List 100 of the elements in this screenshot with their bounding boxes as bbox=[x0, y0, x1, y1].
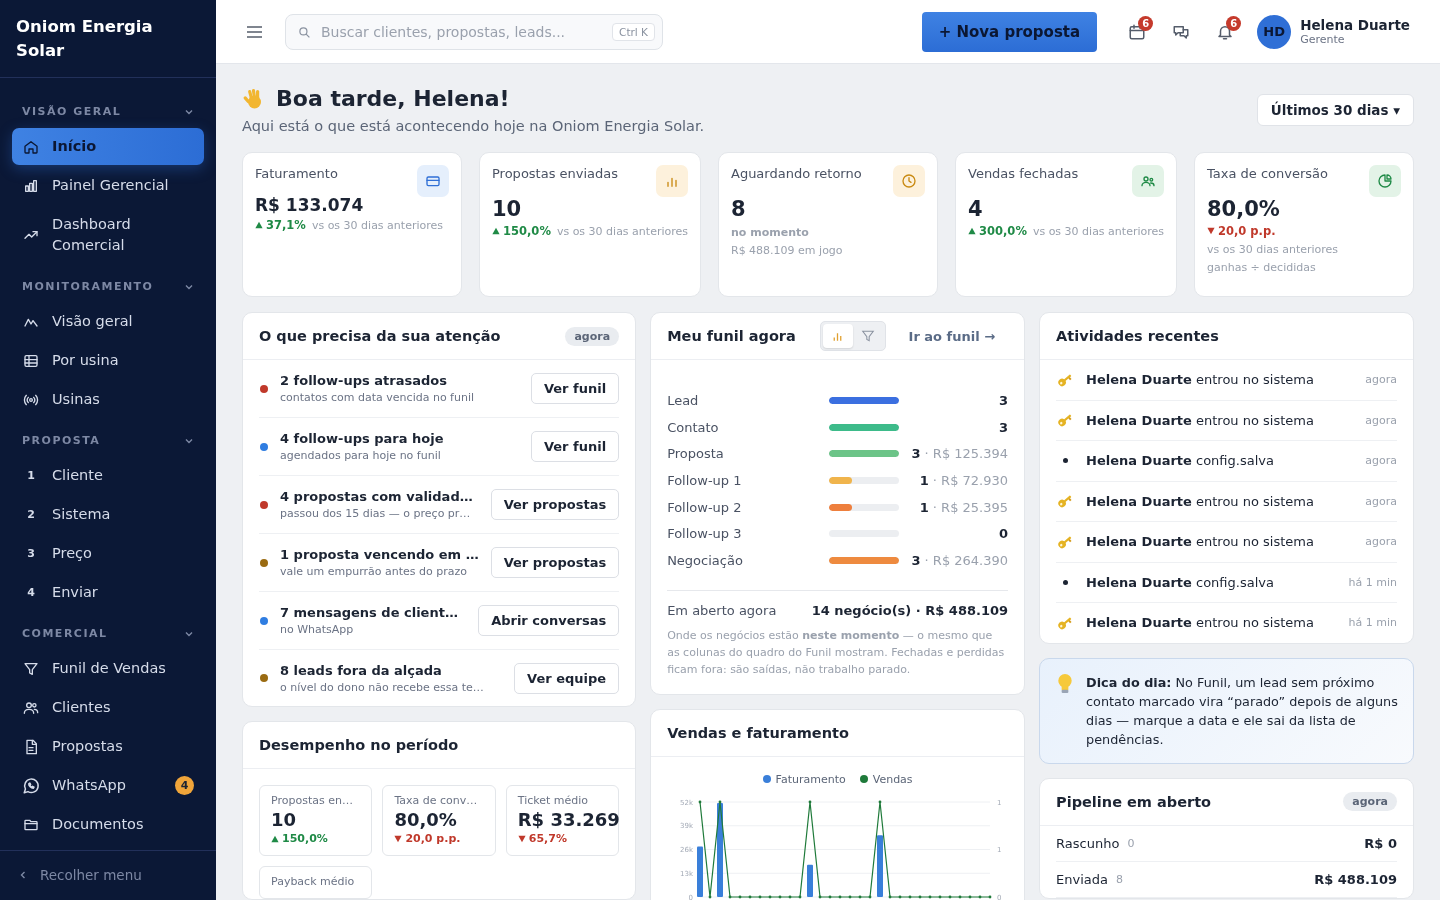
stage-label: Contato bbox=[667, 419, 720, 435]
section-label: MONITORAMENTO bbox=[22, 280, 154, 293]
stage-label: Lead bbox=[667, 392, 700, 408]
alert-detail: vale um empurrão antes do prazo bbox=[280, 565, 468, 578]
kpi-label: Taxa de conversão bbox=[1207, 166, 1328, 181]
alert-detail: no WhatsApp bbox=[280, 623, 355, 636]
nav-item[interactable]: Painel Gerencial bbox=[12, 167, 204, 204]
nav-item[interactable]: 1 Cliente bbox=[12, 457, 204, 494]
action-button[interactable]: Ver propostas bbox=[490, 489, 620, 520]
panel-title: Atividades recentes bbox=[1056, 328, 1219, 344]
activity-time: agora bbox=[1365, 373, 1397, 387]
line-point bbox=[968, 895, 972, 899]
activity-text: Helena Duarte entrou no sistema bbox=[1086, 412, 1315, 428]
kpi-label: Propostas enviadas bbox=[492, 166, 619, 181]
line-point bbox=[838, 895, 842, 899]
nav-item[interactable]: Documentos bbox=[12, 806, 204, 843]
total-value: 14 negócio(s) · R$ 488.109 bbox=[811, 602, 1009, 618]
action-button[interactable]: Ver funil bbox=[530, 431, 620, 462]
panel-title: Meu funil agora bbox=[667, 328, 796, 344]
nav-item[interactable]: 4 Enviar bbox=[12, 574, 204, 611]
comparison-note: vs os 30 dias anteriores bbox=[1032, 224, 1164, 238]
line-point bbox=[908, 895, 912, 899]
line-point bbox=[738, 895, 742, 899]
activity-time: agora bbox=[1365, 413, 1397, 427]
alert-detail: o nível do dono não recebe essa te… bbox=[280, 680, 485, 694]
avatar[interactable]: HD bbox=[1257, 14, 1292, 49]
line-point bbox=[808, 800, 812, 804]
tip-text: Dica do dia: No Funil, um lead sem próximo contato marcado vira “parado” depois de alguns dias — marque a data e ele sai da lista de pendências. bbox=[1086, 673, 1399, 749]
action-button[interactable]: Ver funil bbox=[530, 373, 620, 404]
funnel-link[interactable]: Ir ao funil → bbox=[908, 328, 996, 344]
change-indicator: 20,0 p.p. bbox=[394, 832, 461, 845]
panel-title: O que precisa da sua atenção bbox=[259, 328, 501, 344]
stage-count: 1 bbox=[919, 472, 929, 488]
line-point bbox=[728, 895, 732, 899]
total-label: Em aberto agora bbox=[667, 602, 777, 618]
panel-title: Desempenho no período bbox=[259, 737, 459, 753]
bullet-icon bbox=[1062, 579, 1068, 585]
stage-count: 1 bbox=[919, 499, 929, 515]
funnel-icon bbox=[23, 660, 39, 677]
line-point bbox=[798, 895, 802, 899]
up-triangle-icon bbox=[492, 227, 500, 235]
activity-text: Helena Duarte config.salva bbox=[1086, 453, 1275, 469]
nav-item[interactable]: Visão geral bbox=[12, 303, 204, 340]
menu-icon[interactable] bbox=[246, 24, 263, 39]
pipeline-amount: R$ 0 bbox=[1364, 835, 1397, 851]
chat-bubble-icon bbox=[22, 776, 40, 795]
nav-item[interactable]: Funil de Vendas bbox=[12, 650, 204, 687]
action-button[interactable]: Ver propostas bbox=[490, 547, 620, 578]
action-button[interactable]: Ver equipe bbox=[514, 662, 620, 694]
nav-item[interactable]: WhatsApp 4 bbox=[12, 767, 204, 804]
stage-label: Follow-up 1 bbox=[667, 472, 743, 488]
metric-value: 80,0% bbox=[394, 809, 457, 830]
nav-item[interactable]: Propostas bbox=[12, 728, 204, 765]
kpi-value: R$ 133.074 bbox=[255, 195, 365, 215]
search-icon bbox=[298, 25, 311, 39]
stage-count: 3 bbox=[999, 392, 1009, 408]
nav-item[interactable]: Início bbox=[12, 128, 204, 165]
kpi-value: 4 bbox=[968, 197, 984, 221]
stage-amount: · R$ 25.395 bbox=[932, 499, 1009, 515]
funnel-icon bbox=[860, 329, 875, 343]
activity-text: Helena Duarte entrou no sistema bbox=[1086, 372, 1315, 388]
line-point bbox=[948, 895, 952, 899]
legend-label: Faturamento bbox=[775, 772, 846, 786]
step-number: 3 bbox=[27, 546, 35, 562]
bullet-icon bbox=[1062, 458, 1068, 464]
comparison-note: vs os 30 dias anteriores bbox=[556, 224, 688, 238]
nav-item[interactable]: 2 Sistema bbox=[12, 496, 204, 533]
count-badge: 4 bbox=[175, 776, 194, 795]
nav-item[interactable]: Por usina bbox=[12, 342, 204, 379]
kpi-note: R$ 488.109 em jogo bbox=[731, 244, 844, 257]
activity-time: há 1 min bbox=[1348, 575, 1397, 589]
nav-item[interactable]: 3 Preço bbox=[12, 535, 204, 572]
user-role: Gerente bbox=[1300, 33, 1346, 46]
toolbar-button[interactable]: 6 bbox=[1119, 13, 1156, 50]
activity-time: agora bbox=[1365, 454, 1397, 468]
alert-title: 8 leads fora da alçada bbox=[280, 662, 443, 678]
alert-title: 1 proposta vencendo em … bbox=[280, 547, 479, 562]
step-number: 4 bbox=[27, 585, 35, 601]
down-triangle-icon bbox=[394, 834, 403, 843]
new-proposal-button[interactable]: + Nova proposta bbox=[921, 11, 1098, 52]
nav-item[interactable]: Clientes bbox=[12, 689, 204, 726]
nav-item[interactable]: Usinas bbox=[12, 381, 204, 418]
notification-badge: 6 bbox=[1138, 15, 1154, 31]
kpi-note: vs os 30 dias anteriores bbox=[1207, 243, 1340, 256]
bar bbox=[877, 835, 884, 897]
period-dropdown[interactable]: Últimos 30 dias ▾ bbox=[1256, 94, 1414, 126]
kpi-value: 8 bbox=[731, 197, 747, 221]
nav-item[interactable]: Dashboard Comercial bbox=[12, 206, 204, 264]
notification-badge: 6 bbox=[1226, 15, 1242, 31]
toolbar-button[interactable]: 6 bbox=[1207, 13, 1244, 50]
line-point bbox=[978, 895, 982, 899]
pipeline-amount: R$ 488.109 bbox=[1314, 871, 1397, 887]
stage-count: 3 bbox=[999, 419, 1009, 435]
metric-value: 10 bbox=[271, 809, 297, 830]
action-button[interactable]: Abrir conversas bbox=[478, 605, 620, 636]
down-triangle-icon bbox=[1207, 227, 1215, 235]
bar-chart-icon bbox=[23, 177, 39, 194]
stage-label: Negociação bbox=[667, 552, 744, 568]
user-name: Helena Duarte bbox=[1300, 17, 1410, 33]
activity-text: Helena Duarte entrou no sistema bbox=[1086, 493, 1315, 509]
